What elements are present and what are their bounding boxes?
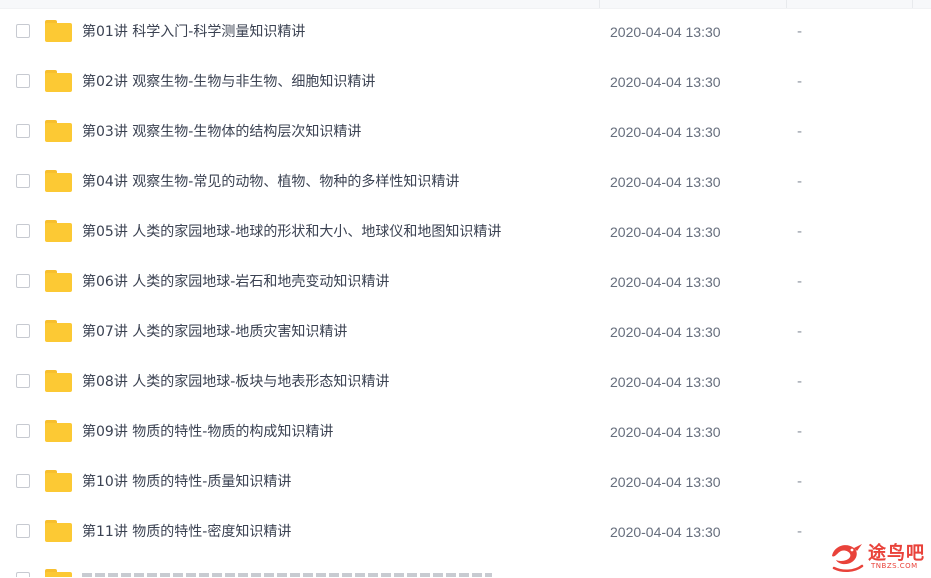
file-row[interactable]: 第08讲 人类的家园地球-板块与地表形态知识精讲 2020-04-04 13:30… bbox=[0, 358, 931, 408]
folder-icon bbox=[45, 420, 72, 442]
file-name[interactable]: 第01讲 科学入门-科学测量知识精讲 bbox=[82, 23, 305, 41]
row-checkbox[interactable] bbox=[16, 124, 30, 138]
folder-icon bbox=[45, 220, 72, 242]
file-list: 第01讲 科学入门-科学测量知识精讲 2020-04-04 13:30- 第02讲 … bbox=[0, 8, 931, 558]
file-size: - bbox=[797, 124, 803, 140]
modified-time: 2020-04-04 13:30 bbox=[610, 174, 721, 190]
folder-icon bbox=[45, 270, 72, 292]
watermark-subtext: TNBZS.COM bbox=[871, 562, 918, 570]
file-name[interactable]: 第06讲 人类的家园地球-岩石和地壳变动知识精讲 bbox=[82, 273, 389, 291]
folder-icon bbox=[45, 320, 72, 342]
column-divider[interactable] bbox=[599, 0, 600, 8]
file-size: - bbox=[797, 74, 803, 90]
modified-time: 2020-04-04 13:30 bbox=[610, 74, 721, 90]
file-row[interactable]: 第05讲 人类的家园地球-地球的形状和大小、地球仪和地图知识精讲 2020-04-… bbox=[0, 208, 931, 258]
modified-time: 2020-04-04 13:30 bbox=[610, 424, 721, 440]
file-size: - bbox=[797, 474, 803, 490]
modified-time: 2020-04-04 13:30 bbox=[610, 24, 721, 40]
folder-icon bbox=[45, 370, 72, 392]
file-name-obscured bbox=[82, 573, 492, 577]
folder-icon bbox=[45, 20, 72, 42]
folder-icon bbox=[45, 520, 72, 542]
modified-time: 2020-04-04 13:30 bbox=[610, 324, 721, 340]
file-name[interactable]: 第07讲 人类的家园地球-地质灾害知识精讲 bbox=[82, 323, 347, 341]
file-row[interactable]: 第01讲 科学入门-科学测量知识精讲 2020-04-04 13:30 - bbox=[0, 8, 931, 58]
file-size: - bbox=[797, 424, 803, 440]
watermark-logo: 途鸟吧 TNBZS.COM bbox=[828, 538, 928, 574]
file-row-partial[interactable] bbox=[0, 558, 931, 577]
file-row[interactable]: 第09讲 物质的特性-物质的构成知识精讲 2020-04-04 13:30 - bbox=[0, 408, 931, 458]
file-name[interactable]: 第08讲 人类的家园地球-板块与地表形态知识精讲 bbox=[82, 373, 389, 391]
file-name[interactable]: 第09讲 物质的特性-物质的构成知识精讲 bbox=[82, 423, 333, 441]
file-row[interactable]: 第03讲 观察生物-生物体的结构层次知识精讲 2020-04-04 13:30 - bbox=[0, 108, 931, 158]
file-row[interactable]: 第06讲 人类的家园地球-岩石和地壳变动知识精讲 2020-04-04 13:30… bbox=[0, 258, 931, 308]
file-size: - bbox=[797, 374, 803, 390]
file-size: - bbox=[797, 274, 803, 290]
modified-time: 2020-04-04 13:30 bbox=[610, 274, 721, 290]
row-checkbox[interactable] bbox=[16, 324, 30, 338]
modified-time: 2020-04-04 13:30 bbox=[610, 374, 721, 390]
file-row[interactable]: 第02讲 观察生物-生物与非生物、细胞知识精讲 2020-04-04 13:30 - bbox=[0, 58, 931, 108]
row-checkbox[interactable] bbox=[16, 174, 30, 188]
file-size: - bbox=[797, 524, 803, 540]
row-checkbox[interactable] bbox=[16, 572, 30, 577]
modified-time: 2020-04-04 13:30 bbox=[610, 474, 721, 490]
folder-icon bbox=[45, 170, 72, 192]
row-checkbox[interactable] bbox=[16, 24, 30, 38]
file-size: - bbox=[797, 174, 803, 190]
file-size: - bbox=[797, 24, 803, 40]
folder-icon bbox=[45, 470, 72, 492]
row-checkbox[interactable] bbox=[16, 374, 30, 388]
file-row[interactable]: 第11讲 物质的特性-密度知识精讲 2020-04-04 13:30 - bbox=[0, 508, 931, 558]
folder-icon bbox=[45, 70, 72, 92]
file-name[interactable]: 第10讲 物质的特性-质量知识精讲 bbox=[82, 473, 291, 491]
row-checkbox[interactable] bbox=[16, 424, 30, 438]
file-size: - bbox=[797, 324, 803, 340]
row-checkbox[interactable] bbox=[16, 524, 30, 538]
row-checkbox[interactable] bbox=[16, 224, 30, 238]
file-name[interactable]: 第04讲 观察生物-常见的动物、植物、物种的多样性知识精讲 bbox=[82, 173, 459, 191]
file-row[interactable]: 第07讲 人类的家园地球-地质灾害知识精讲 2020-04-04 13:30 - bbox=[0, 308, 931, 358]
row-checkbox[interactable] bbox=[16, 274, 30, 288]
column-divider[interactable] bbox=[786, 0, 787, 8]
file-row[interactable]: 第04讲 观察生物-常见的动物、植物、物种的多样性知识精讲 2020-04-04 … bbox=[0, 158, 931, 208]
modified-time: 2020-04-04 13:30 bbox=[610, 124, 721, 140]
file-name[interactable]: 第11讲 物质的特性-密度知识精讲 bbox=[82, 523, 291, 541]
file-name[interactable]: 第03讲 观察生物-生物体的结构层次知识精讲 bbox=[82, 123, 361, 141]
file-name[interactable]: 第05讲 人类的家园地球-地球的形状和大小、地球仪和地图知识精讲 bbox=[82, 223, 501, 241]
folder-icon bbox=[45, 120, 72, 142]
bird-logo-icon bbox=[832, 544, 864, 572]
row-checkbox[interactable] bbox=[16, 74, 30, 88]
modified-time: 2020-04-04 13:30 bbox=[610, 524, 721, 540]
modified-time: 2020-04-04 13:30 bbox=[610, 224, 721, 240]
folder-icon bbox=[45, 569, 72, 577]
file-size: - bbox=[797, 224, 803, 240]
row-checkbox[interactable] bbox=[16, 474, 30, 488]
file-name[interactable]: 第02讲 观察生物-生物与非生物、细胞知识精讲 bbox=[82, 73, 375, 91]
file-row[interactable]: 第10讲 物质的特性-质量知识精讲 2020-04-04 13:30 - bbox=[0, 458, 931, 508]
column-divider[interactable] bbox=[912, 0, 913, 8]
